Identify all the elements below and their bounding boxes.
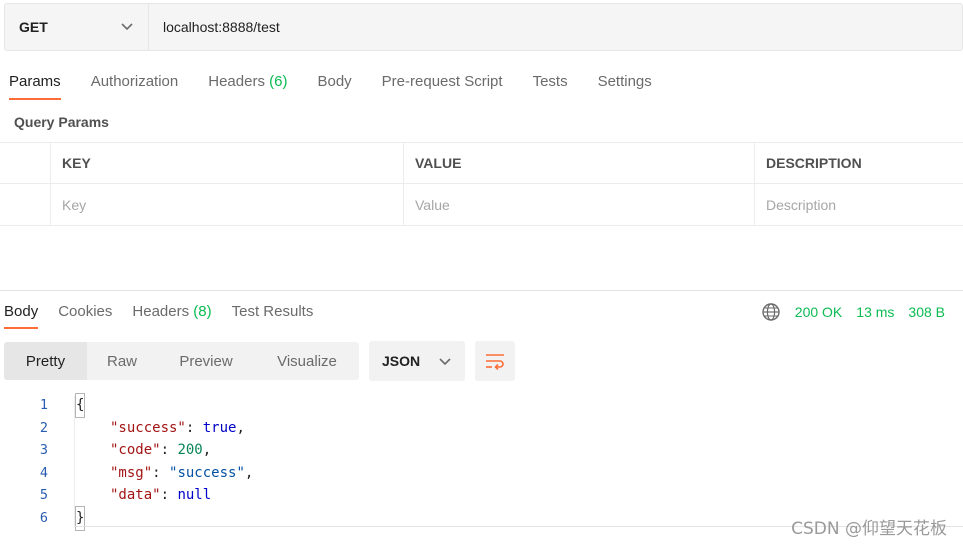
- view-visualize[interactable]: Visualize: [255, 342, 359, 380]
- tab-label: Settings: [597, 73, 652, 90]
- column-header-value: VALUE: [403, 143, 754, 183]
- json-value: "success": [169, 464, 245, 481]
- response-status: 200 OK 13 ms 308 B: [761, 302, 945, 322]
- code-line: 5 "data": null: [0, 484, 963, 507]
- tab-tests[interactable]: Tests: [533, 68, 568, 96]
- json-separator: :: [152, 464, 170, 481]
- code-text: {: [74, 393, 86, 418]
- json-value: null: [177, 487, 212, 504]
- view-mode-segmented-control: Pretty Raw Preview Visualize: [4, 342, 359, 380]
- code-line: 3 "code": 200,: [0, 439, 963, 462]
- code-line: 4 "msg": "success",: [0, 462, 963, 485]
- tab-label: Test Results: [231, 303, 314, 320]
- line-number: 5: [39, 487, 48, 504]
- query-params-title: Query Params: [14, 114, 109, 130]
- code-text: "msg": "success",: [110, 462, 253, 485]
- response-tab-headers[interactable]: Headers (8): [132, 300, 211, 326]
- tab-label: Params: [9, 73, 61, 90]
- json-comma: ,: [236, 419, 245, 436]
- watermark: CSDN @仰望天花板: [791, 519, 947, 539]
- json-key: "data": [110, 487, 161, 504]
- tab-headers[interactable]: Headers (6): [208, 68, 287, 96]
- column-header-key: KEY: [50, 143, 403, 183]
- status-code[interactable]: 200 OK: [795, 304, 842, 320]
- code-text: "code": 200,: [110, 439, 211, 462]
- open-brace: {: [74, 393, 86, 418]
- table-row: Key Value Description: [0, 184, 963, 226]
- headers-count: (6): [269, 73, 288, 90]
- column-header-description: DESCRIPTION: [754, 143, 963, 183]
- tab-pre-request-script[interactable]: Pre-request Script: [382, 68, 503, 96]
- tab-label: Pre-request Script: [381, 73, 503, 90]
- chevron-down-icon: [439, 353, 451, 369]
- response-headers-count: (8): [193, 303, 212, 320]
- view-preview[interactable]: Preview: [157, 342, 255, 380]
- wrap-lines-button[interactable]: [475, 341, 515, 381]
- checkbox-column-header: [0, 143, 50, 183]
- tab-label: Authorization: [90, 73, 179, 90]
- request-tabs: Params Authorization Headers (6) Body Pr…: [9, 68, 682, 102]
- key-input[interactable]: Key: [50, 184, 403, 225]
- value-input[interactable]: Value: [403, 184, 754, 225]
- tab-label: Tests: [532, 73, 568, 90]
- code-line: 2 "success": true,: [0, 417, 963, 440]
- line-number: 6: [39, 509, 48, 526]
- url-input[interactable]: localhost:8888/test: [149, 4, 962, 50]
- response-tabs: Body Cookies Headers (8) Test Results: [4, 300, 333, 329]
- json-key: "code": [110, 442, 161, 459]
- format-select[interactable]: JSON: [369, 341, 465, 381]
- url-text: localhost:8888/test: [163, 19, 280, 35]
- format-label: JSON: [382, 353, 421, 369]
- response-tab-cookies[interactable]: Cookies: [58, 300, 112, 326]
- response-size[interactable]: 308 B: [908, 304, 945, 320]
- view-pretty[interactable]: Pretty: [4, 342, 87, 380]
- line-number: 4: [39, 464, 48, 481]
- code-line: 1 {: [0, 393, 963, 418]
- json-value: 200: [177, 442, 203, 459]
- method-label: GET: [19, 19, 48, 35]
- json-key: "success": [110, 419, 186, 436]
- globe-icon[interactable]: [761, 302, 781, 322]
- response-view-toolbar: Pretty Raw Preview Visualize JSON: [4, 341, 515, 381]
- json-key: "msg": [110, 464, 153, 481]
- tab-label: Cookies: [58, 303, 113, 320]
- json-separator: :: [160, 487, 178, 504]
- code-text: "success": true,: [110, 417, 245, 440]
- tab-label: Body: [4, 303, 39, 320]
- response-tab-test-results[interactable]: Test Results: [232, 300, 314, 326]
- request-url-bar: GET localhost:8888/test: [4, 3, 963, 51]
- tab-label: Headers: [132, 303, 190, 320]
- view-raw[interactable]: Raw: [87, 342, 157, 380]
- tab-label: Headers: [208, 73, 265, 90]
- json-value: true: [202, 419, 237, 436]
- response-body-editor[interactable]: 1 { 2 "success": true, 3 "code": 200, 4 …: [0, 393, 963, 531]
- tab-authorization[interactable]: Authorization: [91, 68, 179, 96]
- line-number: 2: [39, 419, 48, 436]
- query-params-table: KEY VALUE DESCRIPTION Key Value Descript…: [0, 142, 963, 226]
- method-select[interactable]: GET: [5, 4, 149, 50]
- chevron-down-icon: [120, 20, 134, 34]
- tab-label: Body: [317, 73, 352, 90]
- table-header-row: KEY VALUE DESCRIPTION: [0, 142, 963, 184]
- line-number: 1: [39, 397, 48, 413]
- json-comma: ,: [202, 442, 212, 459]
- json-comma: ,: [244, 464, 254, 481]
- response-tab-body[interactable]: Body: [4, 300, 39, 329]
- code-text: "data": null: [110, 484, 211, 507]
- tab-body[interactable]: Body: [317, 68, 351, 96]
- tab-settings[interactable]: Settings: [598, 68, 652, 96]
- response-divider: [0, 290, 963, 291]
- response-time[interactable]: 13 ms: [856, 304, 894, 320]
- description-input[interactable]: Description: [754, 184, 963, 225]
- wrap-lines-icon: [486, 354, 504, 370]
- line-number: 3: [39, 442, 48, 459]
- json-separator: :: [185, 419, 203, 436]
- postman-app: GET localhost:8888/test Params Authoriza…: [0, 0, 963, 544]
- row-checkbox-cell: [0, 184, 50, 225]
- json-separator: :: [160, 442, 178, 459]
- tab-params[interactable]: Params: [9, 68, 61, 100]
